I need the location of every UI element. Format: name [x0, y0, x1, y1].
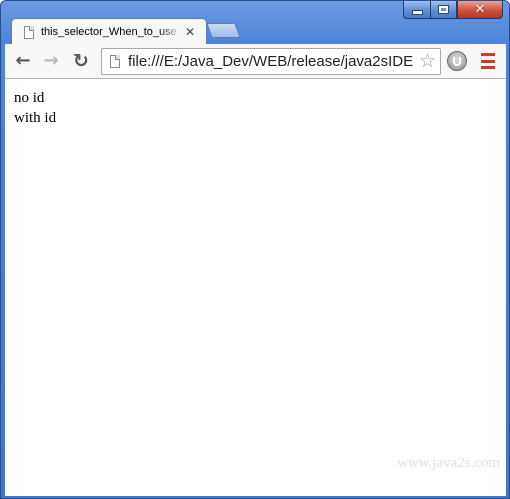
- watermark: www.java2s.com: [397, 455, 501, 471]
- extension-icon: [453, 56, 461, 66]
- minimize-button[interactable]: [403, 1, 430, 19]
- page-icon: [110, 55, 120, 68]
- menu-icon-bar: [481, 66, 495, 69]
- menu-icon-bar: [481, 59, 495, 63]
- menu-button[interactable]: [481, 53, 495, 69]
- menu-icon-bar: [481, 53, 495, 56]
- address-bar[interactable]: file:///E:/Java_Dev/WEB/release/java2sID…: [101, 48, 441, 75]
- toolbar: ← → ↻ file:///E:/Java_Dev/WEB/release/ja…: [5, 44, 506, 79]
- page-viewport: no id with id www.java2s.com: [5, 79, 506, 496]
- extension-button[interactable]: [447, 51, 467, 71]
- maximize-icon: [438, 5, 449, 14]
- url-text[interactable]: file:///E:/Java_Dev/WEB/release/java2sID…: [128, 53, 414, 70]
- tab-title: this_selector_When_to_use: [41, 26, 177, 38]
- tab-active[interactable]: this_selector_When_to_use ✕: [11, 18, 207, 45]
- bookmark-star-icon[interactable]: ☆: [419, 52, 436, 71]
- tab-close-icon[interactable]: ✕: [185, 25, 195, 39]
- reload-button[interactable]: ↻: [70, 50, 92, 72]
- page-text-line: with id: [14, 110, 57, 126]
- window-controls: ✕: [403, 1, 503, 21]
- page-icon: [24, 25, 34, 39]
- new-tab-button[interactable]: [206, 23, 241, 38]
- browser-window: ✕ this_selector_When_to_use ✕ ← → ↻ file…: [0, 0, 510, 499]
- close-window-button[interactable]: ✕: [457, 1, 503, 19]
- page-text-line: no id: [14, 90, 45, 106]
- maximize-button[interactable]: [430, 1, 457, 19]
- back-button[interactable]: ←: [12, 50, 34, 72]
- close-icon: ✕: [474, 2, 486, 17]
- minimize-icon: [411, 10, 423, 15]
- forward-button[interactable]: →: [40, 50, 62, 72]
